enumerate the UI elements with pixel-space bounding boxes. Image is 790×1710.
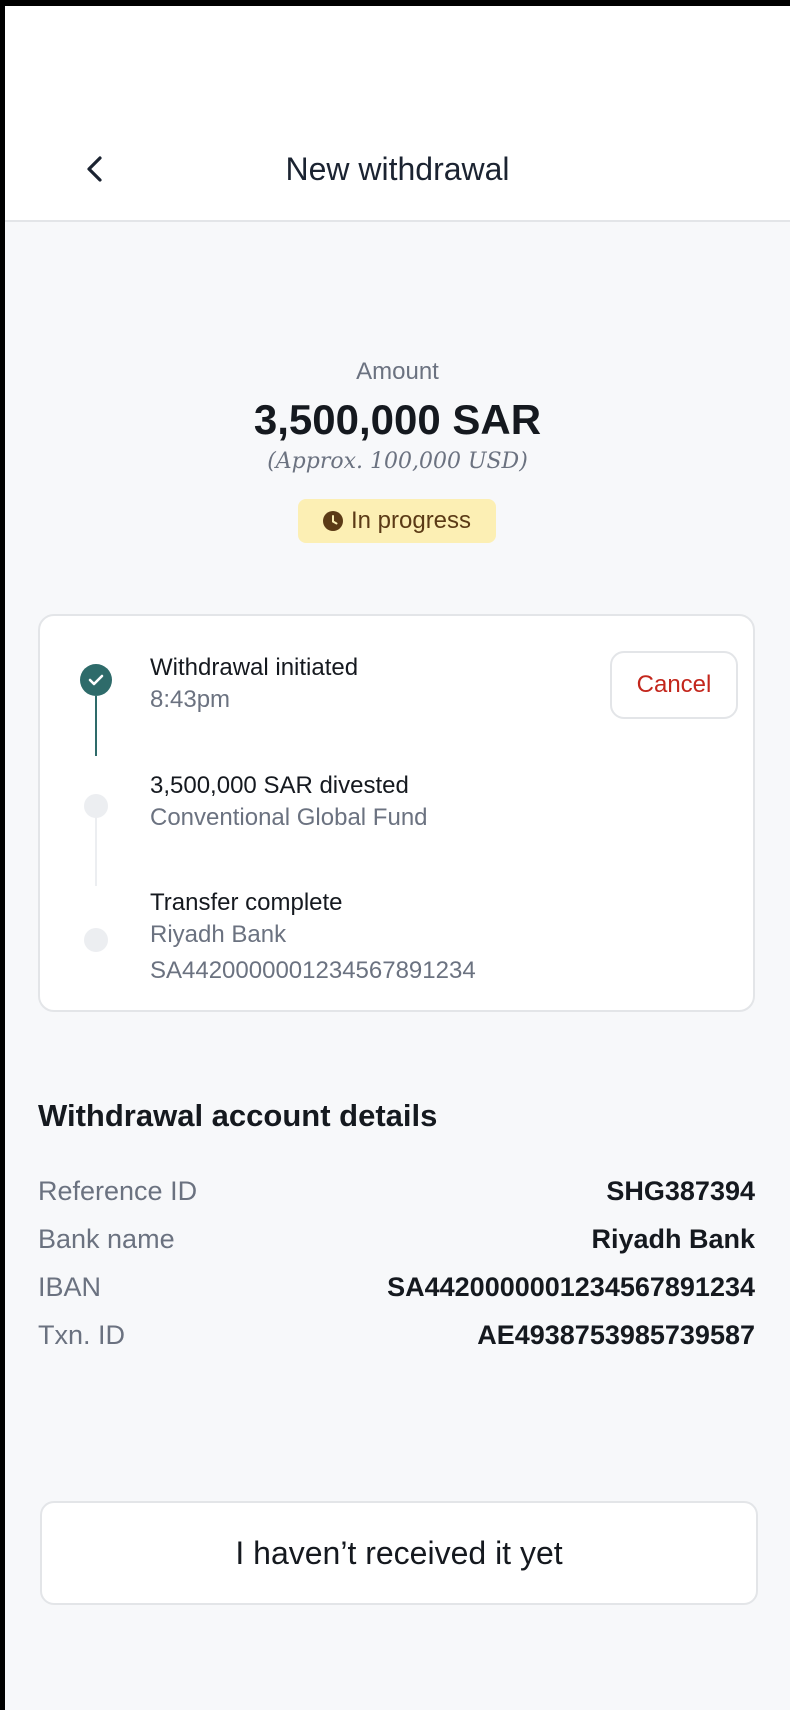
top-bar: New withdrawal [5,6,790,222]
screen: New withdrawal Amount 3,500,000 SAR (App… [5,6,790,1710]
check-icon [88,674,104,686]
detail-value: SA4420000001234567891234 [387,1272,755,1302]
detail-value: Riyadh Bank [591,1224,755,1254]
step-fund: Conventional Global Fund [150,804,428,831]
cancel-button[interactable]: Cancel [610,651,738,719]
step-pending-indicator [84,928,108,952]
detail-row-reference-id: Reference ID SHG387394 [38,1176,755,1216]
status-badge: In progress [298,499,496,543]
step-complete-indicator [80,664,112,696]
detail-row-iban: IBAN SA4420000001234567891234 [38,1272,755,1312]
timeline-connector-active [95,696,97,756]
amount-approx: (Approx. 100,000 USD) [267,449,528,474]
step-iban: SA4420000001234567891234 [150,957,476,984]
detail-row-bank-name: Bank name Riyadh Bank [38,1224,755,1264]
section-title: Withdrawal account details [38,1098,438,1133]
step-time: 8:43pm [150,686,231,713]
detail-label: Txn. ID [38,1320,126,1350]
detail-label: Bank name [38,1224,175,1254]
step-title: Transfer complete [150,889,343,916]
detail-label: IBAN [38,1272,102,1302]
step-title: 3,500,000 SAR divested [150,772,409,799]
amount-label: Amount [356,358,439,385]
not-received-button[interactable]: I haven’t received it yet [40,1501,758,1605]
status-label: In progress [350,507,472,534]
amount-value: 3,500,000 SAR [253,396,542,443]
page-title: New withdrawal [285,151,510,187]
detail-row-txn-id: Txn. ID AE4938753985739587 [38,1320,755,1360]
step-bank: Riyadh Bank [150,921,287,948]
detail-value: SHG387394 [606,1176,755,1206]
withdrawal-timeline: Withdrawal initiated 8:43pm 3,500,000 SA… [38,614,755,1012]
detail-label: Reference ID [38,1176,198,1206]
step-title: Withdrawal initiated [150,654,359,681]
step-pending-indicator [84,794,108,818]
clock-icon [322,511,343,531]
detail-value: AE4938753985739587 [477,1320,755,1350]
